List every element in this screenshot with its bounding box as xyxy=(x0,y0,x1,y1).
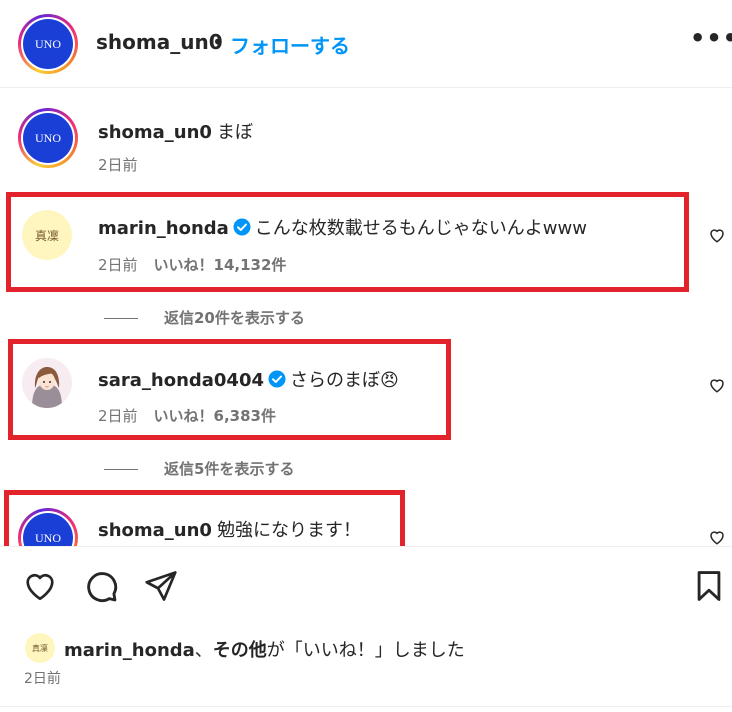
verified-badge-icon xyxy=(233,218,251,236)
post-header: UNO shoma_un0 • フォローする ••• xyxy=(0,0,732,88)
liked-by-username[interactable]: marin_honda xyxy=(64,640,195,661)
verified-badge-icon xyxy=(268,370,286,388)
replies-label: 返信5件を表示する xyxy=(164,460,295,478)
liked-by-text: marin_honda、その他が「いいね！」しました xyxy=(64,636,465,662)
header-username[interactable]: shoma_un0 xyxy=(96,30,223,54)
header-avatar[interactable]: UNO xyxy=(18,14,78,74)
follow-button[interactable]: フォローする xyxy=(230,30,350,59)
heart-icon[interactable] xyxy=(708,528,726,546)
comment-line: sara_honda0404 さらのまぼ😠 xyxy=(98,366,399,392)
comment-line: marin_honda こんな枚数載せるもんじゃないんよwww xyxy=(98,214,587,240)
comment-time: 2日前 xyxy=(98,407,138,425)
caption-line: shoma_un0 まぼ xyxy=(98,118,253,144)
comment-username[interactable]: shoma_un0 xyxy=(98,520,212,541)
comment-likes[interactable]: いいね！6,383件 xyxy=(154,407,276,425)
replies-label: 返信20件を表示する xyxy=(164,309,305,327)
comments-list[interactable]: UNO shoma_un0 まぼ 2日前 真凜 marin_honda こんな枚数… xyxy=(0,88,732,546)
liked-by-others[interactable]: その他 xyxy=(213,640,267,661)
section-divider xyxy=(0,546,732,547)
caption-username[interactable]: shoma_un0 xyxy=(98,122,212,143)
replies-line xyxy=(104,469,138,470)
comment-text: さらのまぼ😠 xyxy=(290,370,399,391)
comment-likes[interactable]: いいね！14,132件 xyxy=(154,256,287,274)
post-time: 2日前 xyxy=(24,671,61,687)
view-replies-button[interactable]: 返信5件を表示する xyxy=(104,458,294,479)
comment-avatar[interactable] xyxy=(22,358,72,408)
caption-time: 2日前 xyxy=(98,156,138,174)
caption-text: まぼ xyxy=(217,122,254,143)
bottom-divider xyxy=(0,706,732,707)
replies-line xyxy=(104,318,138,319)
avatar-text: UNO xyxy=(23,19,73,69)
heart-icon[interactable] xyxy=(708,226,726,244)
avatar-text: 真凜 xyxy=(34,228,59,243)
heart-icon[interactable] xyxy=(22,568,58,604)
girl-illustration-icon xyxy=(22,358,72,408)
heart-icon[interactable] xyxy=(708,376,726,394)
highlight-box xyxy=(6,192,689,292)
comment-time: 2日前 xyxy=(98,256,138,274)
comment-text: 勉強になります！ xyxy=(217,520,362,541)
view-replies-button[interactable]: 返信20件を表示する xyxy=(104,307,305,328)
comment-avatar[interactable]: 真凜 xyxy=(22,210,72,260)
separator-dot: • xyxy=(212,30,224,54)
share-icon[interactable] xyxy=(143,568,179,604)
comment-text: こんな枚数載せるもんじゃないんよwww xyxy=(254,218,587,239)
liked-by-avatar[interactable]: 真凜 xyxy=(25,633,55,663)
caption-avatar[interactable]: UNO xyxy=(18,108,78,168)
comment-username[interactable]: marin_honda xyxy=(98,218,229,239)
comment-meta: 2日前 いいね！14,132件 xyxy=(98,254,286,275)
comment-meta: 2日前 いいね！6,383件 xyxy=(98,405,276,426)
comment-icon[interactable] xyxy=(83,568,119,604)
comment-username[interactable]: sara_honda0404 xyxy=(98,370,264,391)
bookmark-icon[interactable] xyxy=(692,568,726,604)
avatar-text: UNO xyxy=(23,113,73,163)
avatar-text: 真凜 xyxy=(32,643,48,653)
more-options-icon[interactable]: ••• xyxy=(690,24,732,52)
comment-line: shoma_un0 勉強になります！ xyxy=(98,516,361,542)
liked-by-suffix: が「いいね！」しました xyxy=(266,640,465,661)
liked-by-separator: 、 xyxy=(194,640,213,661)
